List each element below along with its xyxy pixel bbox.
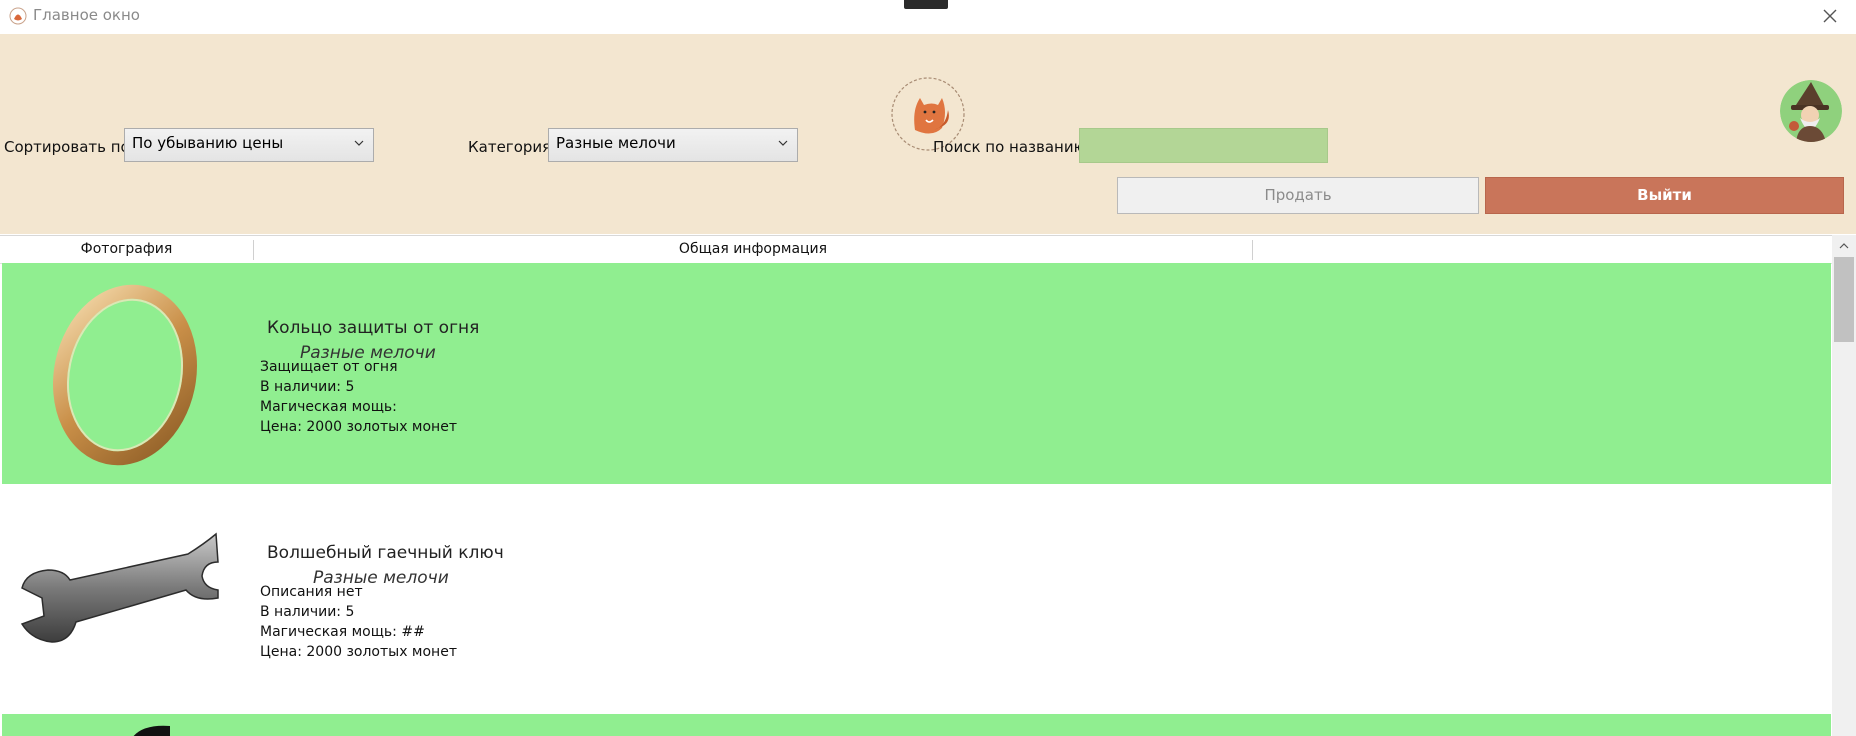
search-label: Поиск по названию:	[933, 138, 1092, 156]
item-stock: В наличии: 5	[260, 604, 355, 620]
table-row[interactable]	[2, 714, 1831, 736]
column-header-extra[interactable]	[1253, 236, 1831, 263]
item-price: Цена: 2000 золотых монет	[260, 419, 457, 435]
vertical-scrollbar[interactable]	[1832, 235, 1856, 736]
chevron-down-icon	[778, 140, 788, 146]
column-header-info[interactable]: Общая информация	[254, 236, 1252, 263]
sort-combobox[interactable]: По убыванию цены	[124, 128, 374, 162]
window-grip[interactable]	[904, 0, 948, 9]
column-header-photo[interactable]: Фотография	[0, 236, 253, 263]
chevron-up-icon[interactable]	[1838, 241, 1850, 251]
title-bar: Главное окно	[0, 0, 1856, 34]
wrench-icon	[20, 532, 219, 643]
category-combobox[interactable]: Разные мелочи	[548, 128, 798, 162]
window-title: Главное окно	[33, 6, 140, 24]
wizard-avatar[interactable]	[1780, 80, 1842, 142]
table-header: Фотография Общая информация	[0, 235, 1832, 264]
exit-button[interactable]: Выйти	[1485, 177, 1844, 214]
item-stock: В наличии: 5	[260, 379, 355, 395]
item-name: Волшебный гаечный ключ	[267, 543, 504, 563]
chevron-down-icon	[354, 140, 364, 146]
search-input[interactable]	[1079, 128, 1328, 163]
item-photo	[133, 725, 170, 736]
category-label: Категория:	[468, 138, 557, 156]
item-power: Магическая мощь: ##	[260, 624, 425, 640]
item-name: Кольцо защиты от огня	[267, 318, 480, 338]
close-icon[interactable]	[1816, 2, 1844, 30]
sort-label: Сортировать по:	[4, 138, 135, 156]
fox-app-icon	[9, 7, 27, 25]
table-row[interactable]: Кольцо защиты от огня Разные мелочи Защи…	[2, 263, 1831, 484]
item-description: Описания нет	[260, 584, 363, 600]
item-power: Магическая мощь:	[260, 399, 397, 415]
category-selected-value: Разные мелочи	[556, 134, 676, 152]
ring-icon	[53, 284, 197, 466]
item-description: Защищает от огня	[260, 359, 398, 375]
sell-button[interactable]: Продать	[1117, 177, 1479, 214]
scrollbar-thumb[interactable]	[1834, 257, 1854, 342]
sort-selected-value: По убыванию цены	[132, 134, 284, 152]
table-row[interactable]: Волшебный гаечный ключ Разные мелочи Опи…	[2, 488, 1831, 710]
item-price: Цена: 2000 золотых монет	[260, 644, 457, 660]
